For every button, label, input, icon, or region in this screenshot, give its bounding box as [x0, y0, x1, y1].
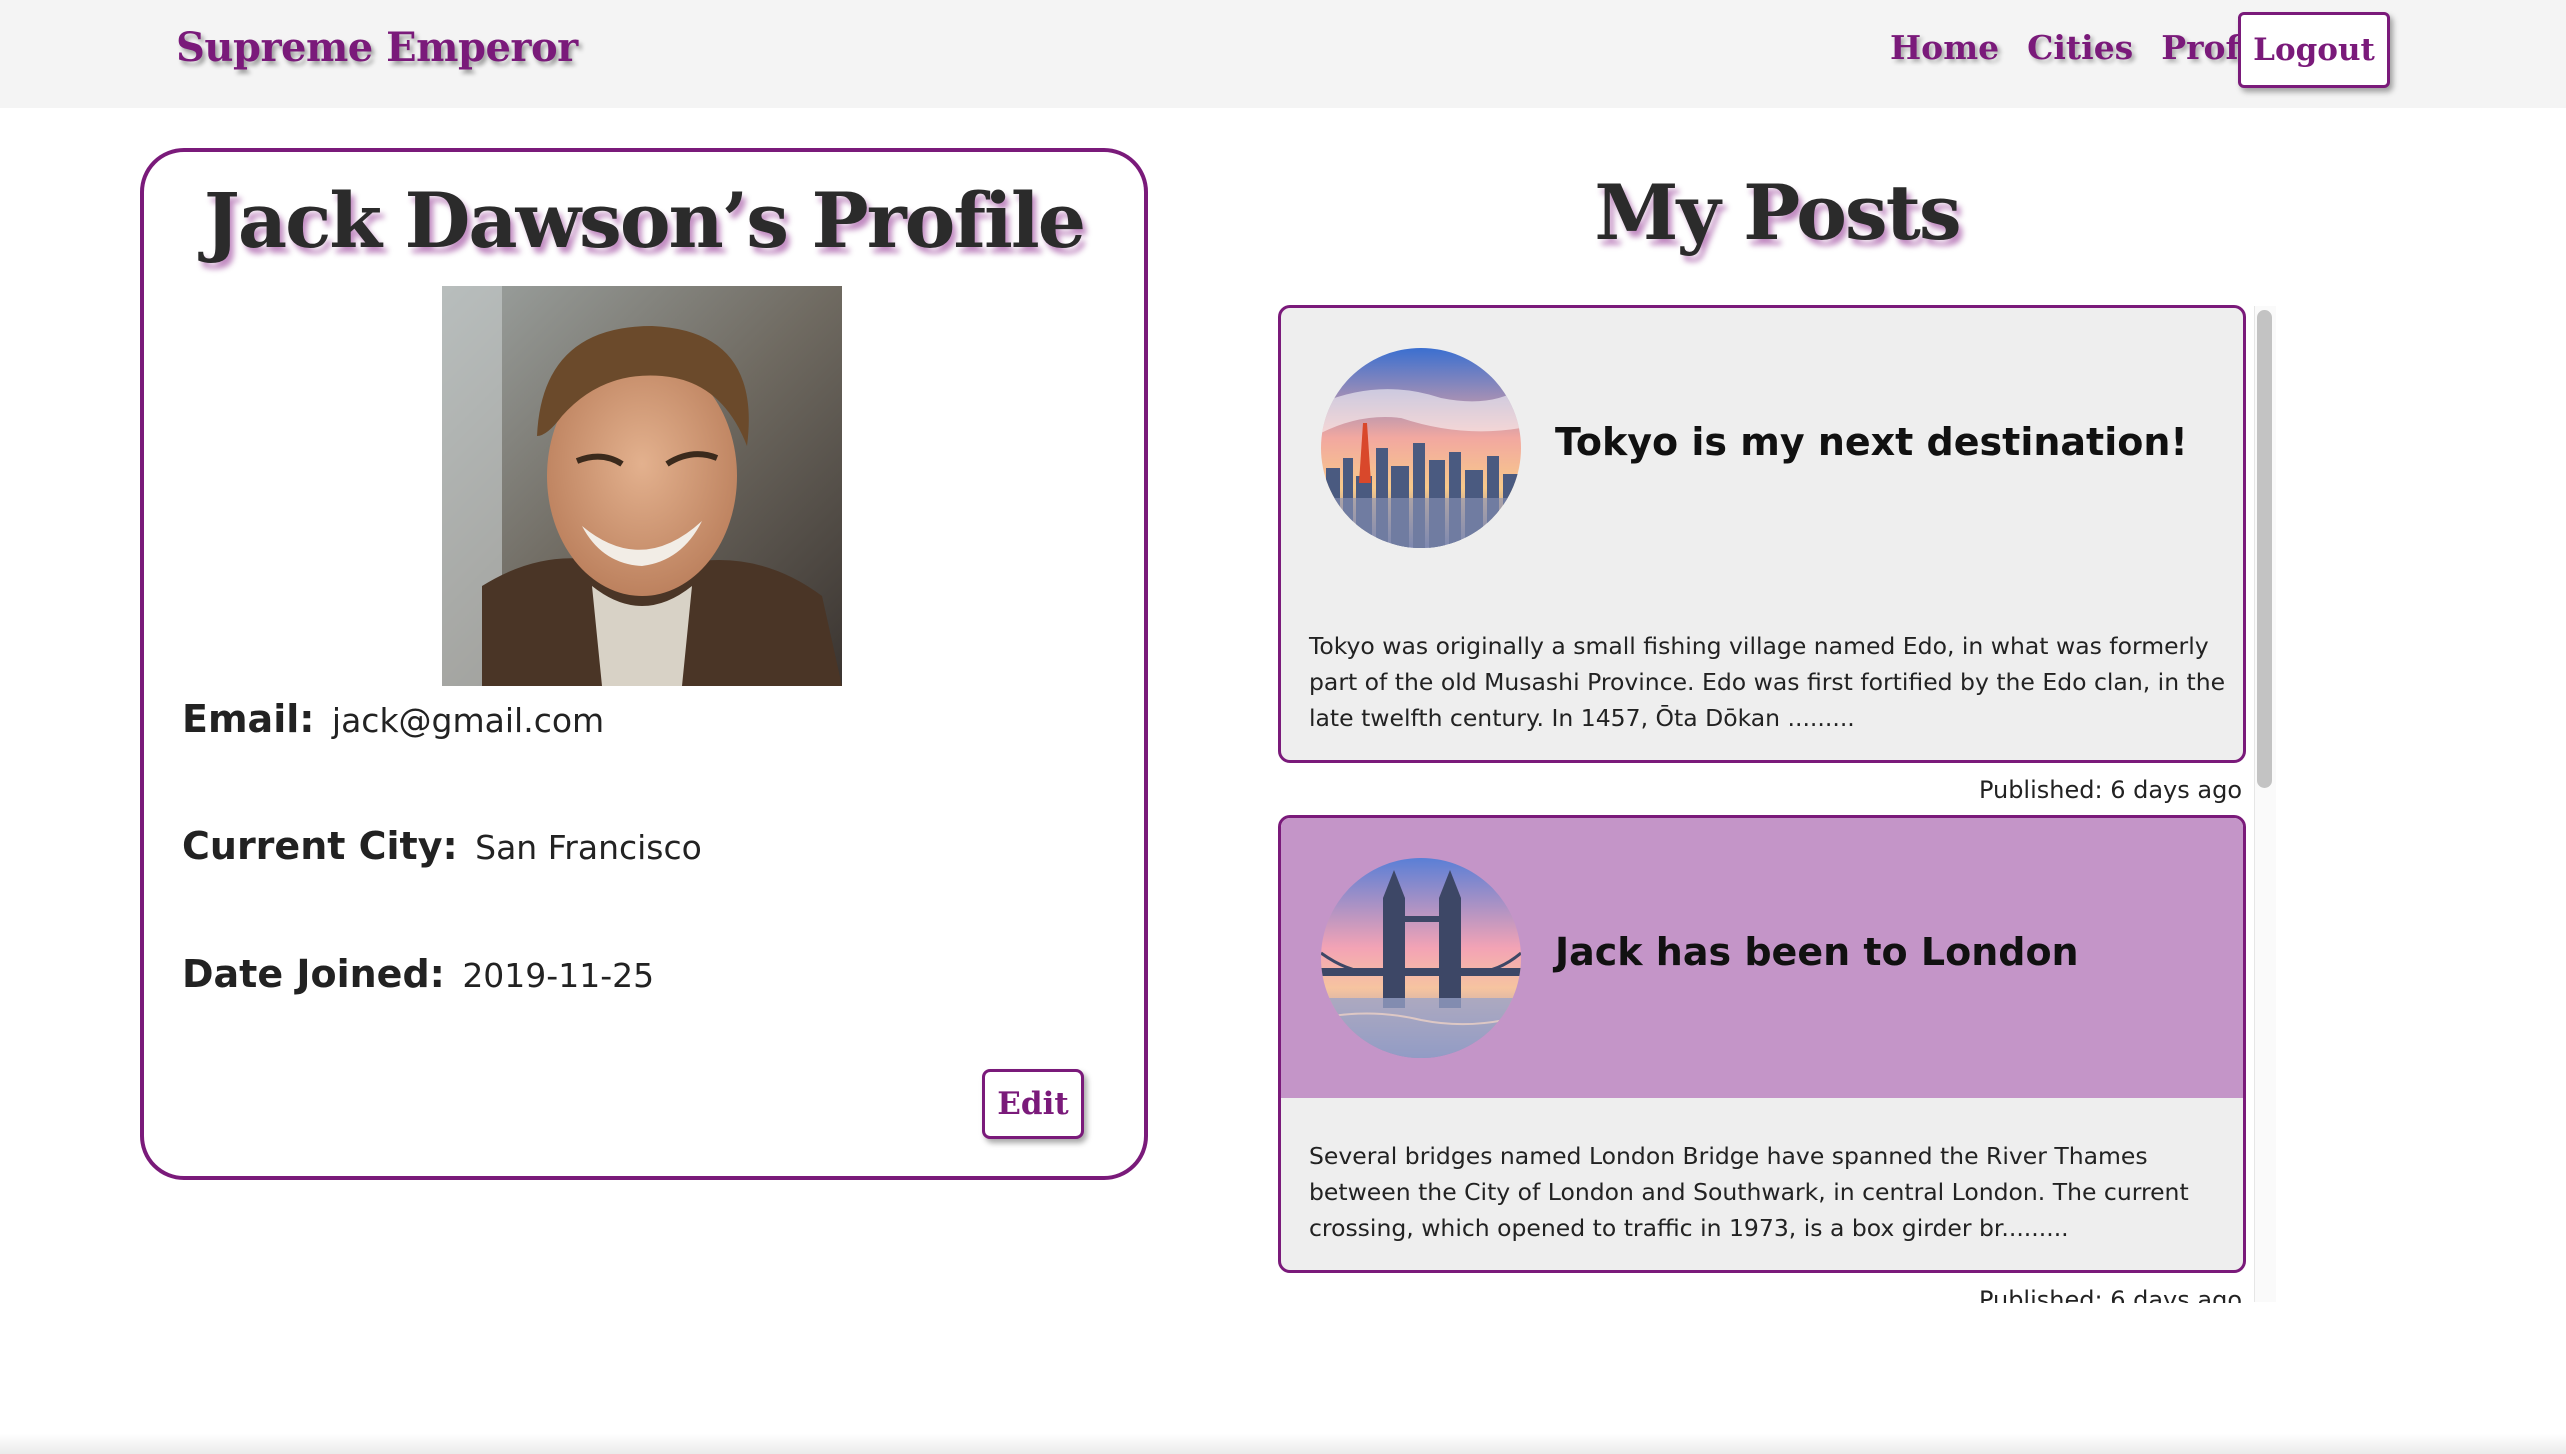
date-joined-label: Date Joined:	[182, 952, 445, 996]
page-bottom-fade	[0, 1434, 2566, 1454]
post-title[interactable]: Tokyo is my next destination!	[1555, 420, 2188, 464]
profile-title: Jack Dawson’s Profile	[203, 176, 1086, 265]
email-field: Email: jack@gmail.com	[182, 697, 604, 741]
london-tower-bridge-image	[1321, 858, 1521, 1058]
nav-home-link[interactable]: Home	[1890, 28, 1999, 67]
brand-logo-link[interactable]: Supreme Emperor	[176, 24, 578, 71]
posts-title: My Posts	[1594, 168, 1961, 257]
date-joined-value: 2019-11-25	[462, 956, 655, 995]
post-published-date: Published: 6 days ago	[1978, 1286, 2242, 1303]
logout-button[interactable]: Logout	[2238, 12, 2390, 88]
nav-cities-link[interactable]: Cities	[2027, 28, 2133, 67]
post-card[interactable]: Tokyo is my next destination! Tokyo was …	[1278, 305, 2246, 763]
current-city-label: Current City:	[182, 824, 458, 868]
edit-profile-button[interactable]: Edit	[982, 1069, 1084, 1139]
post-header: Jack has been to London	[1281, 818, 2243, 1098]
date-joined-field: Date Joined: 2019-11-25	[182, 952, 654, 996]
post-thumbnail	[1321, 348, 1521, 548]
profile-photo-image	[442, 286, 842, 686]
tokyo-skyline-image	[1321, 348, 1521, 548]
current-city-value: San Francisco	[475, 828, 702, 867]
nav-links: Home Cities Profile	[1890, 28, 2283, 67]
post-excerpt: Several bridges named London Bridge have…	[1309, 1142, 2189, 1242]
profile-card: Jack Dawson’s Profile Email: jack@gmail.…	[140, 148, 1148, 1180]
post-header: Tokyo is my next destination!	[1281, 308, 2243, 588]
post-card[interactable]: Jack has been to London Several bridges …	[1278, 815, 2246, 1273]
email-value: jack@gmail.com	[331, 701, 605, 740]
post-published-date: Published: 6 days ago	[1978, 776, 2242, 804]
post-excerpt: Tokyo was originally a small fishing vil…	[1309, 632, 2226, 732]
post-thumbnail	[1321, 858, 1521, 1058]
current-city-field: Current City: San Francisco	[182, 824, 702, 868]
posts-scrollbar-thumb[interactable]	[2257, 310, 2272, 788]
top-navbar: Supreme Emperor Home Cities Profile Logo…	[0, 0, 2566, 108]
avatar	[442, 286, 842, 686]
email-label: Email:	[182, 697, 315, 741]
post-title[interactable]: Jack has been to London	[1555, 930, 2079, 974]
posts-list[interactable]: Tokyo is my next destination! Tokyo was …	[1276, 303, 2276, 1303]
